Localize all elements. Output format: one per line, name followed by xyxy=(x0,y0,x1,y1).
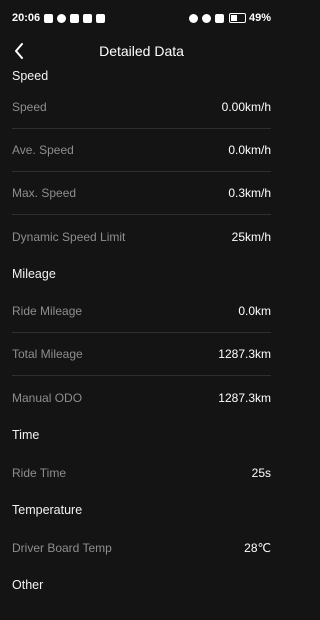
row-label: Manual ODO xyxy=(12,390,83,405)
row-label: Speed xyxy=(12,100,47,114)
chevron-left-icon xyxy=(15,43,23,59)
row-manual-odo: Manual ODO 1287.3km xyxy=(12,376,271,419)
row-label: Max. Speed xyxy=(12,186,77,200)
status-bar: 20:06 49% xyxy=(0,0,283,36)
wifi-icon xyxy=(201,13,211,23)
row-value: 1287.3km xyxy=(218,390,271,405)
headphones-icon xyxy=(188,13,198,23)
row-value: 1287.3km xyxy=(218,347,271,361)
row-label: Ride Mileage xyxy=(12,304,83,318)
header: Detailed Data xyxy=(0,36,283,66)
signal-icon xyxy=(214,13,224,23)
status-bar-right: 49% xyxy=(188,12,271,24)
section-title-temperature: Temperature xyxy=(12,503,83,517)
status-bar-left: 20:06 xyxy=(12,12,106,24)
row-ride-time: Ride Time 25s xyxy=(12,451,271,494)
section-title-other: Other xyxy=(12,578,44,592)
page-title: Detailed Data xyxy=(99,43,184,59)
section-title-speed: Speed xyxy=(12,69,49,83)
row-total-mileage: Total Mileage 1287.3km xyxy=(12,333,271,376)
video-icon xyxy=(83,13,93,23)
row-value: 0.00km/h xyxy=(221,100,271,114)
back-button[interactable] xyxy=(8,39,30,63)
status-time: 20:06 xyxy=(12,12,41,24)
row-label: Dynamic Speed Limit xyxy=(12,229,126,244)
row-label: Ave. Speed xyxy=(12,143,74,157)
detail-list[interactable]: Speed Speed 0.00km/h Ave. Speed 0.0km/h … xyxy=(0,66,283,601)
notification-icon xyxy=(57,13,67,23)
row-label: Ride Time xyxy=(12,465,67,480)
nfc-icon xyxy=(44,13,54,23)
row-value: 0.0km xyxy=(238,304,271,318)
row-value: 0.0km/h xyxy=(228,143,271,157)
row-value: 0.3km/h xyxy=(228,186,271,200)
section-title-time: Time xyxy=(12,428,40,442)
section-title-mileage: Mileage xyxy=(12,267,56,281)
row-ride-mileage: Ride Mileage 0.0km xyxy=(12,290,271,333)
row-value: 25km/h xyxy=(231,229,271,244)
row-dynamic-speed-limit: Dynamic Speed Limit 25km/h xyxy=(12,215,271,258)
row-value: 28℃ xyxy=(244,540,271,555)
row-driver-board-temp: Driver Board Temp 28℃ xyxy=(12,526,271,569)
row-max-speed: Max. Speed 0.3km/h xyxy=(12,172,271,215)
battery-icon xyxy=(228,13,246,23)
message-icon xyxy=(70,13,80,23)
battery-percentage: 49% xyxy=(248,12,271,24)
row-value: 25s xyxy=(251,465,271,480)
row-label: Total Mileage xyxy=(12,347,83,361)
row-ave-speed: Ave. Speed 0.0km/h xyxy=(12,129,271,172)
youtube-icon xyxy=(96,13,106,23)
row-label: Driver Board Temp xyxy=(12,540,112,555)
row-speed: Speed 0.00km/h xyxy=(12,86,271,129)
